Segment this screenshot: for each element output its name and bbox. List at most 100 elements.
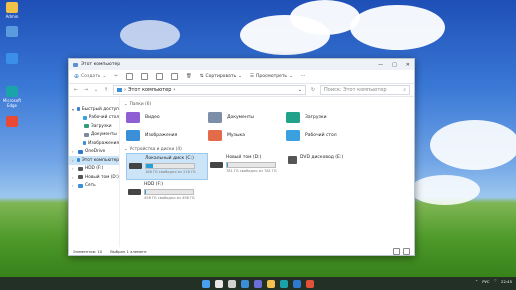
sidebar-item[interactable]: › Новый том (D:) bbox=[69, 173, 119, 182]
desktop-shortcut[interactable] bbox=[2, 26, 22, 38]
folder-item[interactable]: Видео bbox=[126, 108, 208, 126]
search-input[interactable]: Поиск: Этот компьютер ⌕ bbox=[320, 85, 410, 95]
selection-count: Выбран 1 элемент bbox=[110, 248, 147, 254]
sidebar-item[interactable]: Рабочий стол bbox=[69, 114, 119, 123]
expand-arrow-icon[interactable]: › bbox=[72, 149, 76, 154]
sidebar-item-label: Быстрый доступ bbox=[81, 106, 119, 112]
chevron-up-icon[interactable]: ⌃ bbox=[475, 279, 478, 284]
details-view-icon[interactable] bbox=[393, 247, 400, 255]
expand-arrow-icon[interactable]: › bbox=[72, 175, 76, 180]
expand-arrow-icon[interactable]: › bbox=[72, 183, 76, 188]
create-button[interactable]: ⊕ Создать ⌄ bbox=[74, 73, 106, 80]
folder-item[interactable]: Рабочий стол bbox=[286, 126, 368, 144]
drive-free-space: 781 ГБ свободно из 781 ГБ bbox=[226, 169, 277, 173]
drive-item[interactable]: Локальный диск (C:) 188 ГБ свободно из 21… bbox=[126, 153, 208, 180]
sidebar-item[interactable]: › Сеть bbox=[69, 182, 119, 191]
explorer-icon[interactable] bbox=[267, 279, 275, 288]
clock[interactable]: 22:45 bbox=[501, 279, 512, 284]
drive-item[interactable]: DVD дисковод (E:) bbox=[286, 153, 368, 178]
drive-item[interactable]: Новый том (D:) 781 ГБ свободно из 781 ГБ bbox=[208, 153, 286, 178]
cloud-icon bbox=[78, 149, 83, 154]
shortcut-icon bbox=[6, 2, 18, 13]
store-icon[interactable] bbox=[293, 279, 301, 288]
chevron-down-icon: ⌄ bbox=[289, 74, 293, 79]
desktop-shortcut[interactable]: Microsoft Edge bbox=[2, 86, 22, 108]
downloads-folder-icon bbox=[286, 111, 300, 123]
drive-item[interactable]: HDD (F:) 498 ГБ свободно из 498 ГБ bbox=[126, 180, 208, 205]
sidebar-item[interactable]: ▾ Быстрый доступ bbox=[69, 105, 119, 114]
expand-arrow-icon[interactable]: ▾ bbox=[72, 107, 75, 112]
view-button[interactable]: ☰ Просмотреть ⌄ bbox=[250, 74, 293, 79]
sidebar-item-label: Загрузки bbox=[91, 123, 112, 129]
folder-item[interactable]: Документы bbox=[208, 108, 286, 126]
expand-arrow-icon[interactable]: › bbox=[72, 166, 76, 171]
sidebar-item[interactable]: › HDD (F:) bbox=[69, 165, 119, 174]
cloud-shape bbox=[120, 20, 180, 50]
search-placeholder: Поиск: Этот компьютер bbox=[324, 87, 387, 93]
chat-icon[interactable] bbox=[254, 279, 262, 288]
expand-arrow-icon[interactable]: › bbox=[72, 158, 75, 163]
forward-button[interactable]: → bbox=[83, 87, 89, 93]
folder-item[interactable]: Изображения bbox=[126, 126, 208, 144]
system-drive-icon bbox=[129, 163, 142, 169]
cut-button[interactable]: ✂ bbox=[114, 74, 118, 79]
rename-button[interactable] bbox=[156, 73, 164, 80]
language-indicator[interactable]: РУС bbox=[482, 279, 489, 284]
up-button[interactable]: ↑ bbox=[103, 87, 109, 93]
sidebar-item[interactable]: Загрузки bbox=[69, 122, 119, 131]
sidebar-item-label: Сеть bbox=[85, 183, 96, 189]
desktop-shortcut[interactable] bbox=[2, 53, 22, 65]
desktop-shortcut[interactable] bbox=[2, 116, 22, 128]
computer-icon bbox=[73, 62, 78, 67]
edge-icon[interactable] bbox=[280, 279, 288, 288]
pictures-icon bbox=[82, 141, 87, 146]
computer-icon bbox=[117, 88, 122, 92]
network-icon[interactable]: ⌔ bbox=[493, 278, 497, 284]
more-button[interactable]: ··· bbox=[301, 74, 305, 79]
shortcut-label: Microsoft Edge bbox=[2, 98, 22, 108]
desktop-shortcut[interactable]: Admin bbox=[2, 2, 22, 19]
drive-label: DVD дисковод (E:) bbox=[300, 155, 344, 160]
chevron-down-icon: ⌄ bbox=[297, 87, 302, 93]
folder-item[interactable]: Загрузки bbox=[286, 108, 368, 126]
create-label: Создать bbox=[81, 74, 101, 79]
minimize-button[interactable]: — bbox=[378, 62, 383, 68]
sidebar-item[interactable]: › OneDrive bbox=[69, 148, 119, 157]
copy-button[interactable] bbox=[126, 73, 134, 80]
folders-section-header[interactable]: ⌄ Папки (6) bbox=[124, 100, 410, 108]
recent-button[interactable]: ⌄ bbox=[93, 87, 99, 93]
address-bar[interactable]: › Этот компьютер › ⌄ bbox=[113, 85, 306, 95]
drive-info: Локальный диск (C:) 188 ГБ свободно из 21… bbox=[145, 156, 196, 174]
start-icon[interactable] bbox=[202, 279, 210, 288]
sidebar-item[interactable]: › Этот компьютер bbox=[69, 156, 119, 165]
search-icon[interactable] bbox=[215, 279, 223, 288]
delete-button[interactable]: 🗑 bbox=[186, 74, 192, 79]
desktop-folder-icon bbox=[83, 115, 87, 120]
sort-button[interactable]: ⇅ Сортировать ⌄ bbox=[200, 74, 242, 79]
main-pane: ⌄ Папки (6) Видео Документы Загрузки Изобра… bbox=[120, 97, 414, 247]
task-view-icon[interactable] bbox=[228, 279, 236, 288]
back-button[interactable]: ← bbox=[73, 87, 79, 93]
network-icon bbox=[78, 183, 83, 188]
sidebar-item-label: Документы bbox=[91, 132, 117, 138]
folder-label: Музыка bbox=[227, 132, 245, 138]
drives-section-header[interactable]: ⌄ Устройства и диски (4) bbox=[124, 145, 410, 153]
sidebar-item[interactable]: Изображения bbox=[69, 139, 119, 148]
widgets-icon[interactable] bbox=[241, 279, 249, 288]
sidebar-item-label: Этот компьютер bbox=[81, 157, 119, 163]
desktop-folder-icon bbox=[286, 129, 300, 141]
share-button[interactable] bbox=[171, 73, 179, 80]
close-button[interactable]: ✕ bbox=[406, 62, 410, 68]
folder-item[interactable]: Музыка bbox=[208, 126, 286, 144]
paste-button[interactable] bbox=[141, 73, 149, 80]
sort-label: Сортировать bbox=[205, 74, 237, 79]
tiles-view-icon[interactable] bbox=[403, 247, 410, 255]
refresh-button[interactable]: ↻ bbox=[310, 87, 316, 93]
maximize-button[interactable]: □ bbox=[392, 62, 397, 68]
chevron-down-icon: ⌄ bbox=[124, 101, 128, 107]
drive-icon bbox=[128, 189, 141, 195]
view-icon: ☰ bbox=[249, 74, 254, 79]
documents-icon bbox=[84, 132, 89, 137]
office-icon[interactable] bbox=[306, 279, 314, 288]
sidebar-item[interactable]: Документы bbox=[69, 131, 119, 140]
